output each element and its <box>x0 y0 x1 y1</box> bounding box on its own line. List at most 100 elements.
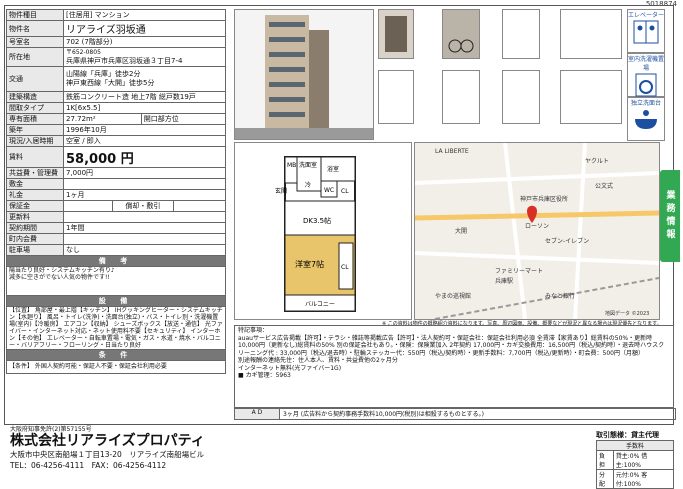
fp-entrance: 玄関 <box>275 187 287 195</box>
elevator-label: エレベーター <box>628 12 665 19</box>
map-copyright: 地図データ ©2023 <box>605 310 649 317</box>
ad-row: A D 3ヶ月 (広告料から契約事務手数料10,000円(税別)は相殺するものと… <box>234 408 676 420</box>
transaction-type: 取引態様：貸主代理 <box>596 431 659 439</box>
ad-key: A D <box>235 409 280 419</box>
row-key: 保証金 <box>6 200 64 212</box>
conditions-title: 条 件 <box>6 349 226 361</box>
postal-code: 〒652-0805 <box>66 49 101 56</box>
map-label: みなと銀行 <box>545 292 575 300</box>
row-key: 物件名 <box>6 20 64 37</box>
fee-title: 手数料 <box>596 440 674 451</box>
map-label: 公文式 <box>595 182 613 190</box>
row-value: 空室 / 即入 <box>63 135 226 147</box>
area-map[interactable]: LA LIBERTE 神戸市兵庫区役所 セブン-イレブン ファミリーマート 大開… <box>414 142 660 320</box>
row-value: 鉄筋コンクリート造 地上7階 総戸数19戸 <box>63 91 226 103</box>
property-table: 物件種目 [住居用] マンション 物件名 リアライズ羽坂通 号室名 702 (7階部分… <box>6 9 226 374</box>
empty-photo-3 <box>442 70 480 124</box>
rent-value: 58,000 円 <box>63 146 226 168</box>
empty-photo-4 <box>502 70 540 124</box>
row-value <box>63 178 226 190</box>
remarks-text: 陽当たり良好・システムキッチン有り♪ 減多に空きがでない人気の物件です!! <box>6 266 226 296</box>
fee-key: 分配 <box>596 469 614 489</box>
fp-fridge: 冷 <box>305 181 311 189</box>
fp-washroom: 洗面室 <box>299 161 317 169</box>
notes-title: 特記事項： <box>238 327 269 334</box>
row-key: 間取タイプ <box>6 102 64 114</box>
row-key: 号室名 <box>6 36 64 48</box>
deposit-value <box>64 201 113 211</box>
row-value: 1年間 <box>63 222 226 234</box>
fee-value: 貸主:0% 借主:100% <box>612 450 675 470</box>
access-line: 神戸東西線「大開」徒歩5分 <box>66 79 155 87</box>
map-label: ローソン <box>525 223 549 230</box>
row-key: 物件種目 <box>6 9 64 21</box>
floorplan: MB 洗面室 浴室 WC 冷 CL DK3.5帖 洋室7帖 CL バルコニー 玄… <box>234 142 412 320</box>
map-label: 兵庫駅 <box>495 277 513 285</box>
sink-icon: 独立洗面台 <box>627 97 665 141</box>
row-value <box>63 211 226 223</box>
elevator-icon: エレベーター <box>627 9 665 53</box>
transaction-block: 取引態様：貸主代理 手数料 負担 貸主:0% 借主:100% 分配 元付:0% 客付… <box>596 430 675 489</box>
company-address: 大阪市中央区南船場１丁目13-20 リアライズ南船場ビル <box>10 450 205 459</box>
bicycle-parking-photo <box>442 9 480 59</box>
row-value: 1K[6x5.5] <box>63 102 226 114</box>
map-label: ファミリーマート <box>495 268 543 275</box>
row-value <box>63 233 226 245</box>
interior-photo <box>502 9 540 59</box>
map-label: 大開 <box>455 227 467 235</box>
equipment-text: 【位置】 角部屋・最上階【キッチン】 IHクッキングヒーター・システムキッチン【… <box>6 306 226 350</box>
row-key: 敷金 <box>6 178 64 190</box>
fp-dk: DK3.5帖 <box>303 216 331 225</box>
empty-photo-5 <box>560 70 622 124</box>
area-value: 27.72m² <box>64 114 142 124</box>
address: 兵庫県神戸市兵庫区羽坂通３丁目7-4 <box>66 57 183 65</box>
fp-balcony: バルコニー <box>305 301 335 308</box>
fp-cl: CL <box>341 188 349 195</box>
business-info-tab[interactable]: 業務情報 <box>660 170 680 262</box>
row-value: [住居用] マンション <box>63 9 226 21</box>
fp-western-room: 洋室7帖 <box>295 259 324 269</box>
opening-key: 開口部方位 <box>143 115 179 123</box>
fee-value: 元付:0% 客付:100% <box>612 469 675 489</box>
ad-value: 3ヶ月 (広告料から契約事務手数料10,000円(税別)は相殺するものとする。) <box>283 411 484 418</box>
row-value: 1ヶ月 <box>63 189 226 201</box>
row-key: 交通 <box>6 66 64 92</box>
row-value: 1996年10月 <box>63 124 226 136</box>
map-label: 神戸市兵庫区役所 <box>520 195 568 203</box>
map-label: セブン-イレブン <box>545 237 589 245</box>
row-key: 駐車場 <box>6 244 64 256</box>
company-name: 株式会社リアライズプロパティ <box>10 433 205 449</box>
row-key: 賃料 <box>6 146 64 168</box>
fee-key: 負担 <box>596 450 614 470</box>
access-line: 山陽線「兵庫」徒歩2分 <box>66 70 141 78</box>
equipment-title: 設 備 <box>6 295 226 307</box>
row-key: 現況/入居時期 <box>6 135 64 147</box>
conditions-text: 【条件】 外国人契約可能・保証人不要・保証会社利用必要 <box>6 360 226 374</box>
row-key: 更新料 <box>6 211 64 223</box>
row-key: 共益費・管理費 <box>6 167 64 179</box>
company-contact: TEL：06-4256-4111 FAX：06-4256-4112 <box>10 461 167 470</box>
map-label: LA LIBERTE <box>435 148 469 155</box>
row-key: 町内会費 <box>6 233 64 245</box>
building-photo <box>234 9 374 140</box>
row-key: 建築構造 <box>6 91 64 103</box>
washer-icon: 室内洗濯機置場 <box>627 53 665 97</box>
remarks-title: 備 考 <box>6 255 226 267</box>
row-key: 契約期間 <box>6 222 64 234</box>
row-key: 築年 <box>6 124 64 136</box>
sink-label: 独立洗面台 <box>630 100 661 107</box>
deduction-key: 償却・敷引 <box>112 201 174 211</box>
row-value: なし <box>63 244 226 256</box>
row-key: 専有面積 <box>6 113 64 125</box>
row-key: 所在地 <box>6 47 64 67</box>
company-block: 大阪府知事免許(2)第57155号 株式会社リアライズプロパティ 大阪市中央区南… <box>10 424 205 471</box>
washer-label: 室内洗濯機置場 <box>628 56 665 72</box>
row-value: 702 (7階部分) <box>63 36 226 48</box>
fp-cl2: CL <box>341 264 349 271</box>
fp-wc: WC <box>324 187 334 194</box>
entrance-photo <box>378 9 414 59</box>
property-name: リアライズ羽坂通 <box>63 20 226 37</box>
map-label: やまの巡視館 <box>435 292 471 300</box>
fee-table: 手数料 負担 貸主:0% 借主:100% 分配 元付:0% 客付:100% <box>596 440 675 489</box>
row-key: 礼金 <box>6 189 64 201</box>
